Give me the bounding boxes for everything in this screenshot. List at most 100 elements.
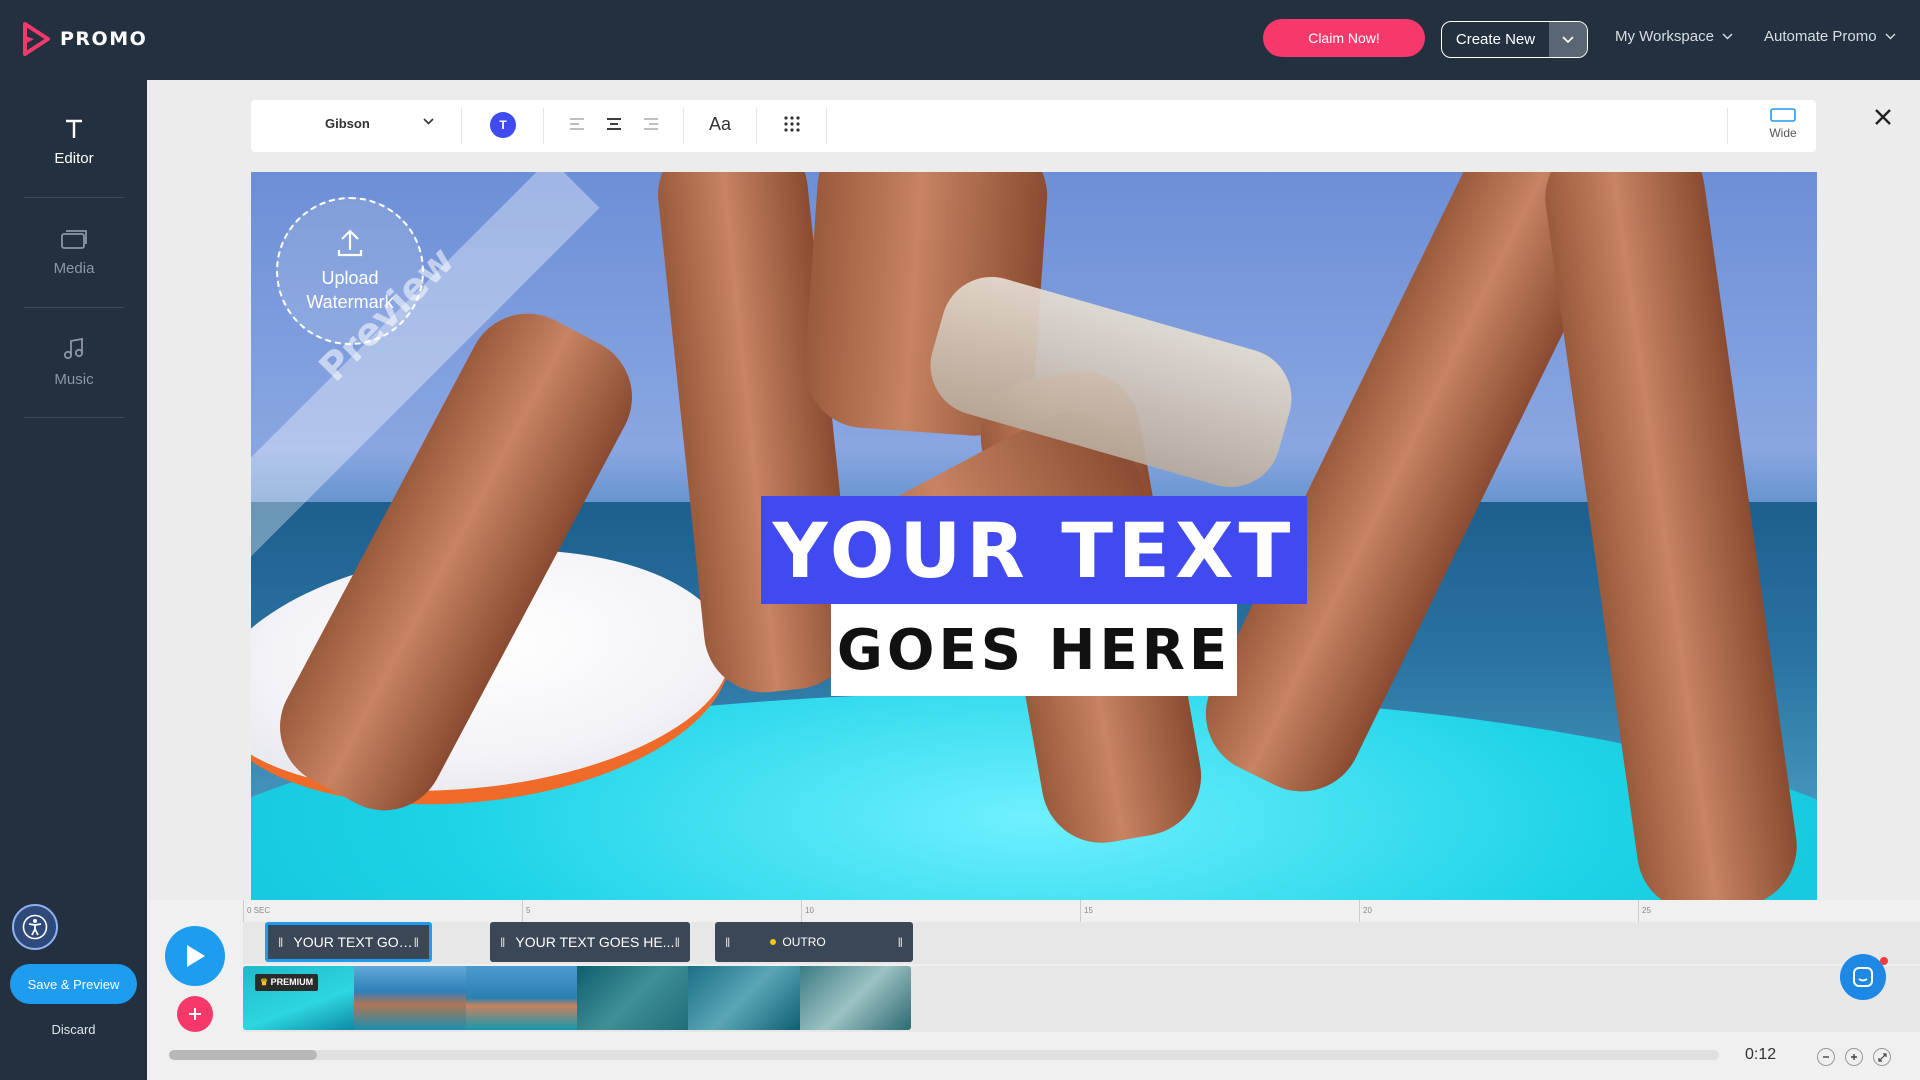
text-case-button[interactable]: Aa [709, 114, 731, 135]
notification-dot [1880, 957, 1888, 965]
close-icon[interactable] [1872, 106, 1894, 128]
clip-handle-right[interactable]: ‖ [898, 935, 903, 950]
top-bar: PROMO Claim Now! Create New My Workspace… [0, 0, 1920, 80]
logo-icon [23, 22, 50, 56]
title-text-line-1[interactable]: YOUR TEXT [761, 496, 1307, 604]
ruler-tick: 0 SEC [243, 900, 270, 922]
grid-dots-icon[interactable] [784, 116, 800, 132]
accessibility-icon [22, 914, 48, 940]
premium-badge: ♛ PREMIUM [255, 974, 319, 991]
ruler-tick: 10 [801, 900, 814, 922]
upload-icon [337, 229, 363, 257]
clip-handle-left[interactable]: ‖ [278, 935, 283, 950]
logo-text: PROMO [60, 28, 148, 50]
video-canvas[interactable]: Preview Upload Watermark YOUR TEXT GOES … [251, 172, 1817, 900]
automate-promo-menu[interactable]: Automate Promo [1764, 28, 1896, 45]
expand-icon [1877, 1052, 1887, 1062]
timeline-scroll-thumb[interactable] [169, 1050, 317, 1060]
text-clip[interactable]: ‖ YOUR TEXT GOES HE... ‖ [265, 922, 432, 962]
chevron-down-icon[interactable] [423, 118, 434, 125]
toolbar-divider [826, 108, 827, 144]
discard-link[interactable]: Discard [0, 1022, 147, 1037]
sidebar-item-editor[interactable]: Editor [24, 88, 124, 198]
accessibility-button[interactable] [12, 904, 58, 950]
sidebar-item-music[interactable]: Music [24, 308, 124, 418]
media-clip[interactable] [243, 966, 911, 1030]
clip-dot [770, 939, 777, 945]
plus-icon [189, 1008, 201, 1020]
toolbar-divider [756, 108, 757, 144]
chevron-down-icon [1885, 33, 1896, 40]
zoom-out-button[interactable] [1817, 1048, 1835, 1066]
align-left-icon[interactable] [569, 117, 585, 131]
timeline-ruler: 0 SEC 5 10 15 20 25 [243, 900, 1920, 922]
text-color-button[interactable]: T [490, 112, 516, 138]
clip-label: YOUR TEXT GOES HE... [293, 934, 414, 950]
add-scene-button[interactable] [177, 996, 213, 1032]
play-icon [187, 945, 205, 967]
clip-handle-right[interactable]: ‖ [675, 935, 680, 950]
clip-handle-left[interactable]: ‖ [500, 935, 505, 950]
clip-label: OUTRO [782, 935, 826, 949]
premium-label: PREMIUM [270, 977, 314, 987]
ruler-tick: 20 [1359, 900, 1372, 922]
upload-watermark-label: Upload Watermark [306, 266, 393, 314]
format-label: Wide [1769, 126, 1797, 140]
plus-icon [1851, 1054, 1857, 1060]
align-center-icon[interactable] [606, 117, 622, 131]
media-icon [61, 230, 87, 249]
sidebar-item-media[interactable]: Media [24, 198, 124, 308]
automate-promo-label: Automate Promo [1764, 28, 1877, 45]
outro-clip[interactable]: ‖ OUTRO ‖ [715, 922, 913, 962]
clip-handle-left[interactable]: ‖ [725, 935, 730, 950]
media-thumbnail [799, 966, 911, 1030]
toolbar-divider [543, 108, 544, 144]
ruler-tick: 5 [522, 900, 530, 922]
sidebar-item-label: Editor [54, 150, 94, 167]
media-thumbnail [354, 966, 466, 1030]
toolbar-divider [1727, 108, 1728, 144]
media-thumbnail [465, 966, 577, 1030]
sidebar-item-label: Media [53, 260, 95, 277]
create-new-label[interactable]: Create New [1442, 22, 1549, 57]
save-preview-button[interactable]: Save & Preview [10, 964, 137, 1004]
claim-now-button[interactable]: Claim Now! [1263, 19, 1425, 57]
font-select[interactable]: Gibson [325, 116, 370, 131]
toolbar-divider [461, 108, 462, 144]
play-button[interactable] [165, 926, 225, 986]
minus-icon [1823, 1056, 1829, 1058]
upload-watermark-button[interactable]: Upload Watermark [276, 197, 424, 345]
my-workspace-menu[interactable]: My Workspace [1615, 28, 1733, 45]
media-thumbnail [688, 966, 800, 1030]
title-text-line-2[interactable]: GOES HERE [831, 604, 1237, 696]
ruler-tick: 25 [1638, 900, 1651, 922]
format-wide-button[interactable]: Wide [1754, 108, 1812, 140]
text-t-icon [66, 119, 82, 138]
left-sidebar: Editor Media Music Save & Preview Discar… [0, 80, 147, 1080]
timeline-scrollbar[interactable] [169, 1050, 1719, 1060]
wide-format-icon [1770, 108, 1796, 122]
upload-watermark-label-line-1: Upload [321, 268, 379, 288]
chevron-down-icon [1562, 35, 1574, 43]
text-clip[interactable]: ‖ YOUR TEXT GOES HE... ‖ [490, 922, 690, 962]
zoom-in-button[interactable] [1845, 1048, 1863, 1066]
toolbar-divider [683, 108, 684, 144]
create-new-dropdown[interactable] [1549, 22, 1587, 57]
media-thumbnail [576, 966, 689, 1030]
chevron-down-icon [1722, 33, 1733, 40]
clip-handle-right[interactable]: ‖ [414, 935, 419, 950]
time-readout: 0:12 [1745, 1046, 1777, 1063]
clip-label: YOUR TEXT GOES HE... [515, 934, 675, 950]
ruler-tick: 15 [1080, 900, 1093, 922]
my-workspace-label: My Workspace [1615, 28, 1714, 45]
sidebar-item-label: Music [54, 371, 94, 388]
fit-timeline-button[interactable] [1873, 1048, 1891, 1066]
crown-icon: ♛ [260, 977, 269, 987]
create-new-button[interactable]: Create New [1441, 21, 1588, 58]
upload-watermark-label-line-2: Watermark [306, 292, 394, 312]
timeline-panel: 0 SEC 5 10 15 20 25 ‖ YOUR TEXT GOES HE.… [147, 900, 1920, 1080]
align-right-icon[interactable] [643, 117, 659, 131]
promo-logo[interactable]: PROMO [22, 22, 147, 56]
music-note-icon [63, 337, 84, 360]
text-toolbar: Gibson T Aa Wide [251, 100, 1816, 152]
